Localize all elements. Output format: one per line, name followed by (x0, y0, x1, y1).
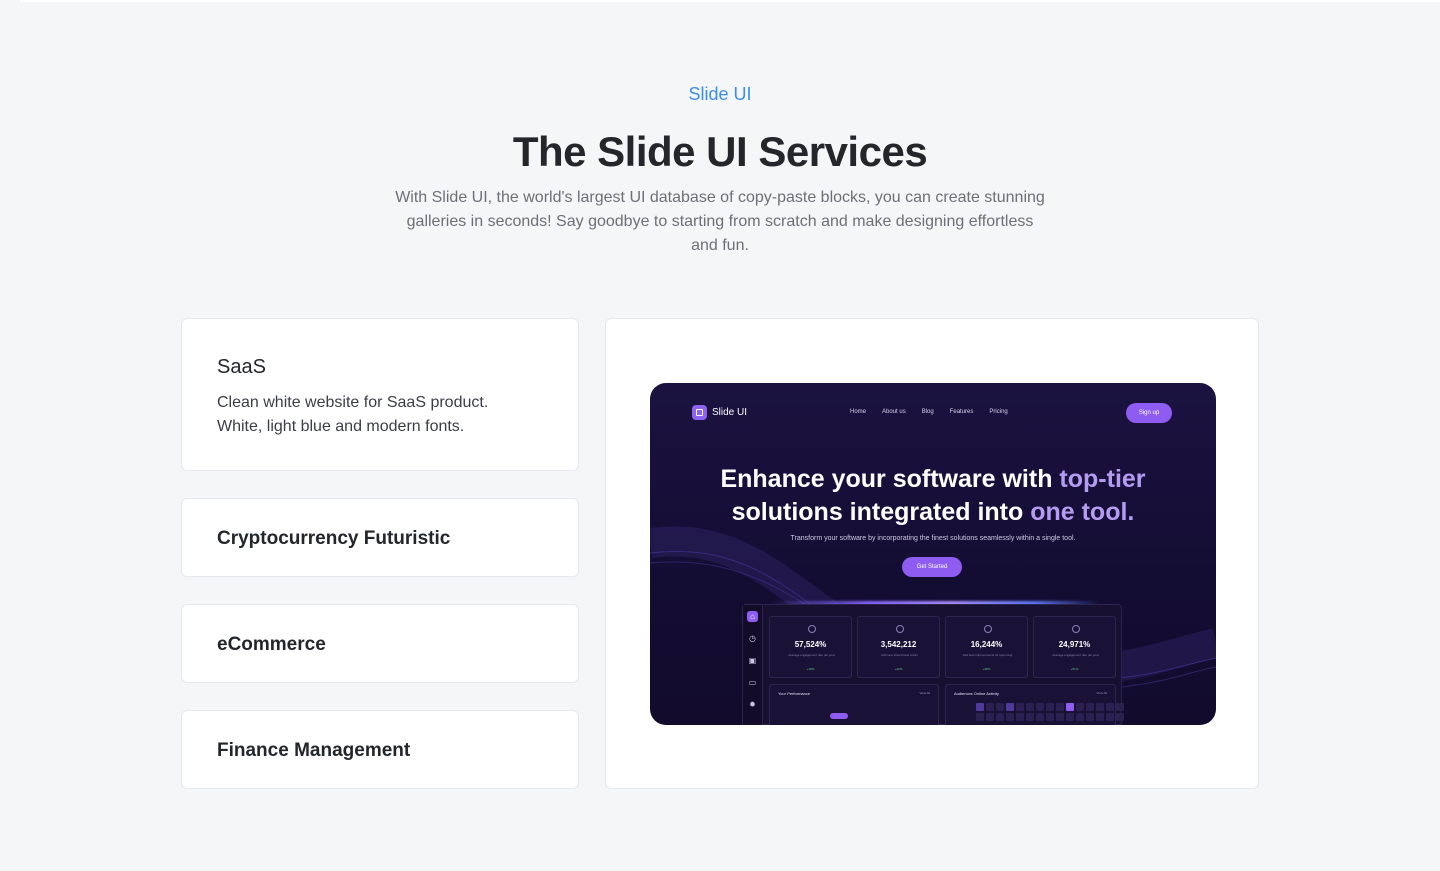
service-card-ecommerce[interactable]: eCommerce (181, 604, 579, 683)
stat-value: 24,971% (1058, 640, 1091, 649)
preview-signup-button: Sign up (1126, 403, 1172, 423)
preview-headline: Enhance your software with top-tier solu… (650, 463, 1216, 529)
performance-panel: Your Performance View All (769, 684, 939, 725)
stat-card: 16,244% Add best improvements for upcomi… (945, 616, 1028, 678)
stat-card: 24,971% Average engagement rate per post… (1033, 616, 1116, 678)
stat-icon (1072, 625, 1080, 633)
service-preview-panel: Slide UI Home About us Blog Features Pri… (605, 318, 1259, 789)
service-card-description: Clean white website for SaaS product. Wh… (217, 394, 489, 435)
stat-icon (808, 625, 816, 633)
stat-card: 3,542,212 Add new show brand colors +42% (857, 616, 940, 678)
panel-meta: View All (1096, 691, 1107, 695)
gear-icon: ✹ (749, 700, 756, 709)
logo-icon (692, 405, 707, 420)
stat-icon (984, 625, 992, 633)
section-subtitle: With Slide UI, the world's largest UI da… (395, 189, 1045, 254)
service-card-title: SaaS (217, 356, 266, 378)
preview-nav-item: Pricing (989, 409, 1008, 415)
service-card-saas[interactable]: SaaS Clean white website for SaaS produc… (181, 318, 579, 471)
service-card-cryptocurrency[interactable]: Cryptocurrency Futuristic (181, 498, 579, 577)
panel-title: Your Performance (778, 691, 811, 696)
preview-subtext: Transform your software by incorporating… (790, 535, 1076, 542)
stat-label: Add best improvements for upcoming (962, 653, 1013, 657)
service-card-title: Cryptocurrency Futuristic (217, 528, 451, 549)
headline-accent: top-tier (1059, 465, 1146, 493)
preview-nav-item: Blog (921, 409, 934, 415)
section-title: The Slide UI Services (512, 128, 928, 175)
preview-cta-button: Get Started (902, 557, 962, 577)
panel-marker (830, 713, 848, 719)
panel-title: Audiences Online Activity (954, 691, 999, 696)
home-icon: ⌂ (747, 611, 758, 622)
preview-logo: Slide UI (692, 405, 747, 420)
service-card-title: eCommerce (217, 634, 326, 655)
preview-screenshot: Slide UI Home About us Blog Features Pri… (650, 383, 1216, 725)
dashboard-sidebar: ⌂ ◷ ▣ ▭ ✹ (743, 605, 763, 725)
activity-heatmap (976, 703, 1124, 721)
stat-icon (896, 625, 904, 633)
stat-change: +51% (1070, 667, 1079, 671)
headline-part: Enhance your software with (720, 465, 1060, 493)
stat-value: 3,542,212 (880, 640, 917, 649)
headline-part: solutions integrated into (731, 498, 1031, 526)
preview-logo-text: Slide UI (712, 407, 748, 418)
preview-nav-item: About us (882, 409, 906, 415)
preview-nav: Home About us Blog Features Pricing (850, 409, 1008, 415)
stat-card: 57,524% Average engagement rate per post… (769, 616, 852, 678)
stat-value: 57,524% (794, 640, 827, 649)
stat-label: Average engagement rate per post (788, 653, 835, 657)
top-divider (20, 0, 1440, 2)
panel-meta: View All (919, 691, 930, 695)
image-icon: ▣ (748, 656, 757, 665)
section-eyebrow: Slide UI (688, 84, 752, 104)
service-card-title: Finance Management (217, 740, 411, 761)
service-card-finance[interactable]: Finance Management (181, 710, 579, 789)
preview-dashboard: ⌂ ◷ ▣ ▭ ✹ 57,524% Average engagement rat… (742, 604, 1124, 725)
headline-accent: one tool. (1030, 498, 1135, 526)
clock-icon: ◷ (749, 634, 756, 643)
stat-change: +48% (982, 667, 991, 671)
calendar-icon: ▭ (748, 678, 757, 687)
stat-label: Average engagement rate per post (1052, 653, 1099, 657)
stat-change: +42% (894, 667, 903, 671)
preview-nav-item: Home (850, 409, 867, 415)
activity-panel: Audiences Online Activity View All (945, 684, 1124, 725)
preview-nav-item: Features (949, 409, 974, 415)
stat-label: Add new show brand colors (881, 653, 918, 657)
stat-change: +18% (806, 667, 815, 671)
stat-value: 16,244% (970, 640, 1003, 649)
